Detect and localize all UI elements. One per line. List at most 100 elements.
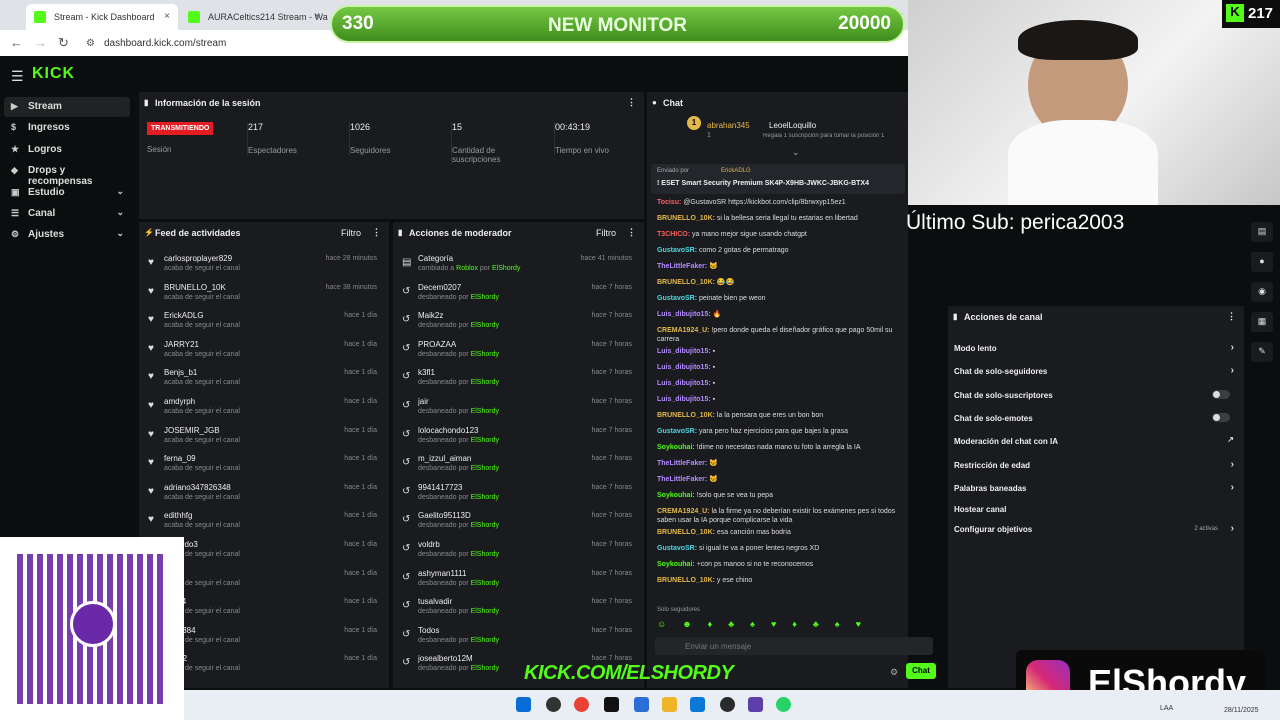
feed-filter-button[interactable]: Filtro bbox=[341, 228, 361, 238]
channel-action-row[interactable]: Moderación del chat con IA ↗ bbox=[954, 435, 1234, 457]
sidebar-item-estudio[interactable]: ▣ Estudio ⌄ bbox=[4, 183, 130, 203]
chat-input[interactable]: Enviar un mensaje bbox=[655, 637, 933, 655]
chat-message[interactable]: Luis_dibujito15: ▪ bbox=[657, 379, 905, 388]
mod-row[interactable]: ↺ m_izzul_aiman desbaneado por ElShordy hac… bbox=[393, 450, 644, 478]
reload-icon[interactable]: ↻ bbox=[58, 35, 69, 51]
feed-row[interactable]: ♥ ErickADLG acaba de seguir el canal hace 1… bbox=[139, 307, 389, 335]
chat-settings-icon[interactable]: ⚙ bbox=[890, 667, 898, 678]
kick-logo[interactable]: KICK bbox=[32, 65, 75, 83]
browser-tab[interactable]: AURACeltics214 Stream - Watc × bbox=[180, 4, 328, 30]
feed-user[interactable]: adriano347826348 bbox=[164, 483, 231, 492]
mod-row[interactable]: ↺ jair desbaneado por ElShordy hace 7 horas bbox=[393, 393, 644, 421]
chat-send-button[interactable]: Chat bbox=[906, 663, 936, 679]
feed-user[interactable]: edithhfg bbox=[164, 511, 192, 520]
close-icon[interactable]: × bbox=[164, 11, 170, 22]
chat-username[interactable]: BRUNELLO_10K: bbox=[657, 577, 715, 584]
mod-target[interactable]: ashyman1111 bbox=[418, 569, 466, 578]
mod-row[interactable]: ↺ Gaelito95113D desbaneado por ElShordy hac… bbox=[393, 507, 644, 535]
chat-username[interactable]: Soykouhai: bbox=[657, 444, 695, 451]
taskbar-date[interactable]: 28/11/2025 bbox=[1224, 707, 1259, 714]
feed-row[interactable]: ♥ Benjs_b1 acaba de seguir el canal hace 1 … bbox=[139, 364, 389, 392]
mod-target[interactable]: Maik2z bbox=[418, 311, 443, 320]
chat-username[interactable]: BRUNELLO_10K: bbox=[657, 529, 715, 536]
toggle-switch[interactable] bbox=[1212, 390, 1230, 399]
mod-target[interactable]: 9941417723 bbox=[418, 483, 463, 492]
mod-row[interactable]: ▤ Categoría cambiado a Roblox por ElShordy… bbox=[393, 250, 644, 278]
feed-row[interactable]: ♥ JOSEMIR_JGB acaba de seguir el canal hace… bbox=[139, 422, 389, 450]
channel-action-row[interactable]: Restricción de edad › bbox=[954, 459, 1234, 481]
start-icon[interactable] bbox=[516, 697, 531, 712]
top-gifter-name[interactable]: abrahan345 bbox=[707, 121, 750, 130]
session-more-icon[interactable]: ⋮ bbox=[627, 97, 636, 108]
chat-message[interactable]: Soykouhai: !dime no necesitas nada mano … bbox=[657, 443, 905, 452]
rail-layout-icon[interactable]: ▦ bbox=[1251, 312, 1273, 332]
channel-action-row[interactable]: Modo lento › bbox=[954, 342, 1234, 364]
feed-row[interactable]: ♥ ferna_09 acaba de seguir el canal hace 1 … bbox=[139, 450, 389, 478]
chevron-right-icon[interactable]: › bbox=[1231, 342, 1234, 353]
forward-icon[interactable]: → bbox=[34, 35, 47, 50]
chevron-right-icon[interactable]: › bbox=[1231, 482, 1234, 493]
chat-username[interactable]: Luis_dibujito15: bbox=[657, 311, 711, 318]
mod-row[interactable]: ↺ k3fl1 desbaneado por ElShordy hace 7 hora… bbox=[393, 364, 644, 392]
chat-message[interactable]: Luis_dibujito15: ▪ bbox=[657, 347, 905, 356]
mod-row[interactable]: ↺ Decem0207 desbaneado por ElShordy hace 7 … bbox=[393, 279, 644, 307]
chat-message[interactable]: Soykouhai: +con ps manoo si no te recono… bbox=[657, 560, 905, 569]
language-indicator[interactable]: LAA bbox=[1160, 705, 1173, 712]
chat-username[interactable]: Luis_dibujito15: bbox=[657, 348, 711, 355]
sidebar-item-stream[interactable]: ▶ Stream bbox=[4, 97, 130, 117]
feed-more-icon[interactable]: ⋮ bbox=[372, 227, 381, 238]
emote-bar[interactable]: ☺☻♦♣♠♥♦♣♠♥ bbox=[657, 619, 903, 631]
channel-action-row[interactable]: Configurar objetivos › 2 activas bbox=[954, 523, 1234, 545]
mod-more-icon[interactable]: ⋮ bbox=[627, 227, 636, 238]
feed-user[interactable]: carlosproplayer829 bbox=[164, 254, 232, 263]
chat-message[interactable]: CREMA1924_U: !pero donde queda el diseña… bbox=[657, 326, 905, 344]
tiktok-icon[interactable] bbox=[604, 697, 619, 712]
mod-target[interactable]: lolocachondo123 bbox=[418, 426, 479, 435]
chat-message[interactable]: GustavoSR: peinate bien pe weon bbox=[657, 294, 905, 303]
chat-message[interactable]: BRUNELLO_10K: y ese chino bbox=[657, 576, 905, 585]
mod-row[interactable]: ↺ lolocachondo123 desbaneado por ElShordy h… bbox=[393, 422, 644, 450]
chat-message[interactable]: T3CHICO: ya mano mejor sigue usando chat… bbox=[657, 230, 905, 239]
leaderboard-leader[interactable]: LeoelLoquillo bbox=[769, 121, 816, 130]
channel-more-icon[interactable]: ⋮ bbox=[1227, 311, 1236, 322]
chat-message[interactable]: GustavoSR: yara pero haz ejercicios para… bbox=[657, 427, 905, 436]
rail-cast-icon[interactable]: ◉ bbox=[1251, 282, 1273, 302]
feed-row[interactable]: ♥ JARRY21 acaba de seguir el canal hace 1 d… bbox=[139, 336, 389, 364]
site-info-icon[interactable]: ⚙ bbox=[86, 38, 95, 49]
obs-icon[interactable] bbox=[720, 697, 735, 712]
channel-action-row[interactable]: Hostear canal bbox=[954, 505, 1234, 525]
sidebar-item-ajustes[interactable]: ⚙ Ajustes ⌄ bbox=[4, 225, 130, 245]
chevron-right-icon[interactable]: › bbox=[1231, 365, 1234, 376]
chat-username[interactable]: Luis_dibujito15: bbox=[657, 396, 711, 403]
feed-user[interactable]: ErickADLG bbox=[164, 311, 204, 320]
chat-username[interactable]: Soykouhai: bbox=[657, 561, 695, 568]
mod-row[interactable]: ↺ Maik2z desbaneado por ElShordy hace 7 hor… bbox=[393, 307, 644, 335]
feed-row[interactable]: ♥ edithhfg acaba de seguir el canal hace 1 … bbox=[139, 507, 389, 535]
channel-action-row[interactable]: Chat de solo-emotes bbox=[954, 413, 1234, 434]
chat-message[interactable]: Luis_dibujito15: 🔥 bbox=[657, 310, 905, 319]
sidebar-item-logros[interactable]: ★ Logros bbox=[4, 140, 130, 160]
app-icon[interactable] bbox=[546, 697, 561, 712]
chat-message[interactable]: BRUNELLO_10K: esa canción mas bodria bbox=[657, 528, 905, 537]
chat-username[interactable]: GustavoSR: bbox=[657, 247, 697, 254]
chat-message[interactable]: CREMA1924_U: la la firme ya no deberían … bbox=[657, 507, 905, 525]
channel-action-row[interactable]: Chat de solo-seguidores › bbox=[954, 365, 1234, 387]
chat-message[interactable]: GustavoSR: como 2 gotas de permatrago bbox=[657, 246, 905, 255]
channel-action-row[interactable]: Palabras baneadas › bbox=[954, 482, 1234, 504]
sidebar-item-ingresos[interactable]: $ Ingresos bbox=[4, 118, 130, 138]
chat-message[interactable]: TheLittleFaker: 🐱 bbox=[657, 459, 905, 468]
chat-message[interactable]: BRUNELLO_10K: la la pensara que eres un … bbox=[657, 411, 905, 420]
mod-target[interactable]: Gaelito95113D bbox=[418, 511, 471, 520]
feed-row[interactable]: ♥ carlosproplayer829 acaba de seguir el ca… bbox=[139, 250, 389, 278]
store-icon[interactable] bbox=[690, 697, 705, 712]
chat-username[interactable]: T3CHICO: bbox=[657, 231, 690, 238]
chat-message[interactable]: TheLittleFaker: 🐱 bbox=[657, 262, 905, 271]
menu-icon[interactable]: ☰ bbox=[11, 68, 24, 85]
chat-message[interactable]: GustavoSR: si igual te va a poner lentes… bbox=[657, 544, 905, 553]
chat-username[interactable]: BRUNELLO_10K: bbox=[657, 412, 715, 419]
feed-user[interactable]: ferna_09 bbox=[164, 454, 196, 463]
chat-username[interactable]: TheLittleFaker: bbox=[657, 460, 707, 467]
chat-message[interactable]: Tocisu: @GustavoSR https://kickbot.com/c… bbox=[657, 198, 905, 207]
external-link-icon[interactable]: ↗ bbox=[1227, 435, 1234, 444]
feed-row[interactable]: ♥ amdyrph acaba de seguir el canal hace 1 d… bbox=[139, 393, 389, 421]
